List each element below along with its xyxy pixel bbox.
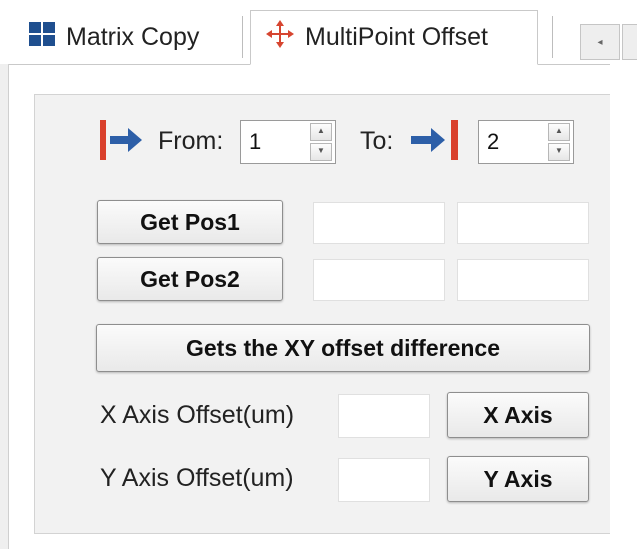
- x-axis-offset-field[interactable]: [338, 394, 430, 438]
- x-axis-button[interactable]: X Axis: [447, 392, 589, 438]
- y-axis-offset-label: Y Axis Offset(um): [100, 464, 294, 492]
- get-pos2-button[interactable]: Get Pos2: [97, 257, 283, 301]
- tab-matrix-copy[interactable]: Matrix Copy: [28, 10, 238, 64]
- four-way-arrows-icon: [265, 19, 295, 56]
- tab-divider: [242, 16, 243, 58]
- pos1-y-field[interactable]: [457, 202, 589, 244]
- y-axis-button[interactable]: Y Axis: [447, 456, 589, 502]
- pos2-x-field[interactable]: [313, 259, 445, 301]
- window-left-edge: [0, 64, 9, 549]
- x-axis-offset-label: X Axis Offset(um): [100, 401, 295, 429]
- tab-label: Matrix Copy: [66, 22, 200, 51]
- get-offset-difference-button[interactable]: Gets the XY offset difference: [96, 324, 590, 372]
- tab-scroll-left-button[interactable]: ◂: [580, 24, 620, 60]
- chevron-left-icon: ◂: [597, 36, 603, 48]
- get-pos1-button[interactable]: Get Pos1: [97, 200, 283, 244]
- from-point-icon: [98, 119, 146, 166]
- spin-down-button[interactable]: ▼: [310, 143, 332, 161]
- y-axis-offset-field[interactable]: [338, 458, 430, 502]
- to-value: 2: [487, 129, 500, 154]
- to-label: To:: [360, 127, 394, 155]
- spin-down-button[interactable]: ▼: [548, 143, 570, 161]
- tab-divider: [552, 16, 553, 58]
- tab-multipoint-offset[interactable]: MultiPoint Offset: [250, 10, 538, 65]
- spin-up-button[interactable]: ▲: [310, 123, 332, 141]
- to-spinbox[interactable]: 2 ▲ ▼: [478, 120, 574, 164]
- panel-margin: [610, 64, 637, 549]
- matrix-grid-icon: [28, 20, 56, 55]
- pos1-x-field[interactable]: [313, 202, 445, 244]
- to-point-icon: [409, 119, 461, 166]
- from-spinbox[interactable]: 1 ▲ ▼: [240, 120, 336, 164]
- from-label: From:: [158, 127, 224, 155]
- pos2-y-field[interactable]: [457, 259, 589, 301]
- from-value: 1: [249, 129, 262, 154]
- tab-label: MultiPoint Offset: [305, 23, 488, 51]
- tab-scroll-right-button[interactable]: [622, 24, 637, 60]
- spin-up-button[interactable]: ▲: [548, 123, 570, 141]
